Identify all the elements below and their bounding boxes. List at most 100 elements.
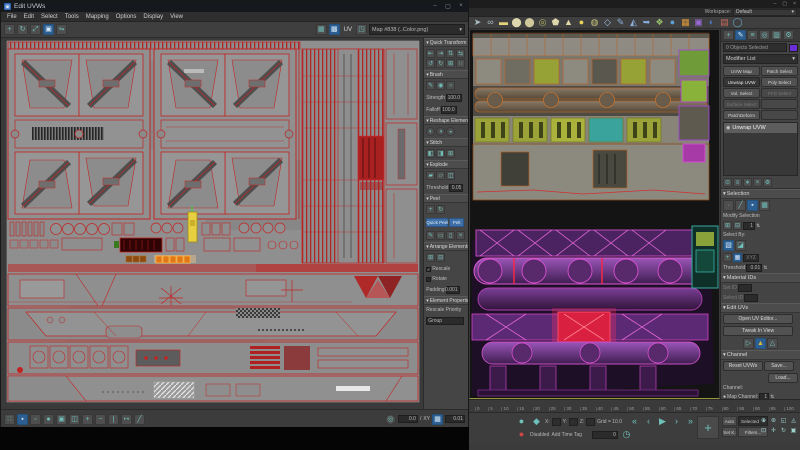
straighten-icon[interactable]: ◐ [426, 127, 435, 136]
distribute-icon[interactable]: ∷ [456, 59, 465, 68]
ignore-backfacing-icon[interactable]: ◪ [735, 240, 746, 251]
maximize-viewport-icon[interactable]: ▣ [789, 426, 798, 435]
uvw-menu-6[interactable]: Display [140, 14, 166, 20]
cylinder-icon[interactable]: ⬤ [523, 17, 536, 29]
object-name-field[interactable]: 0 Objects Selected [723, 43, 787, 52]
z-coordinate-field[interactable] [586, 418, 595, 426]
uvw-checker-icon[interactable]: ▦ [679, 17, 692, 29]
add-time-tag[interactable]: Add Time Tag [551, 432, 581, 438]
grid-snap-icon[interactable]: ▦ [432, 414, 443, 425]
rollout-brush[interactable]: ▾ Brush [424, 70, 468, 79]
pack-together-icon[interactable]: ⊟ [436, 253, 445, 262]
uv-red-cluster[interactable] [358, 136, 384, 180]
select-id-field[interactable] [744, 294, 758, 302]
quick-peel-icon[interactable]: + [426, 205, 435, 214]
explode-threshold-field[interactable]: 0.05 [449, 184, 463, 192]
polygon-mode-icon[interactable]: ● [43, 414, 54, 425]
spinner-icon[interactable]: ⇅ [756, 223, 760, 229]
zoom-region-icon[interactable]: ⊡ [759, 426, 768, 435]
tab-hierarchy-icon[interactable]: ≡ [747, 30, 758, 40]
uvw-window-button-2[interactable]: × [457, 3, 465, 10]
tab-create-icon[interactable]: + [723, 30, 734, 40]
uv-selected-faces-orange[interactable] [126, 255, 196, 263]
quick-peel-button[interactable]: Quick Peel [426, 218, 448, 227]
mirror-tool-icon[interactable]: ⇋ [56, 24, 67, 35]
model-teal-frame[interactable] [692, 226, 718, 288]
brush-falloff-icon[interactable]: ○ [446, 81, 455, 90]
rescale-checkbox[interactable]: ✓ [426, 267, 431, 272]
stitch-custom-icon[interactable]: ◧ [426, 149, 435, 158]
modifier-stack[interactable]: ◉ Unwrap UVW [723, 122, 798, 176]
time-configuration-icon[interactable]: ◷ [620, 429, 633, 441]
previous-frame-icon[interactable]: ‹ [642, 416, 655, 428]
map-channel-radio[interactable]: ● [723, 394, 726, 399]
modifier-button-uvw-map[interactable]: UVW Map [723, 66, 760, 76]
uv-lower-strip-4[interactable] [8, 376, 418, 401]
uv-lower-strip-2[interactable] [8, 308, 418, 340]
pan-icon[interactable]: ✛ [769, 426, 778, 435]
edge-mode-icon[interactable]: ▫ [30, 414, 41, 425]
selection-threshold-field[interactable]: 0.01 [746, 264, 762, 272]
grid-snap-icon[interactable]: ▦ [733, 253, 742, 262]
max-window-button-0[interactable]: – [774, 1, 777, 7]
seam-edge-icon[interactable]: ▯ [446, 231, 455, 240]
save-button[interactable]: Save... [764, 361, 794, 371]
object-color-swatch[interactable] [789, 44, 798, 52]
rollout-element-properties[interactable]: ▾ Element Properties [424, 296, 468, 305]
space-grid-icon[interactable]: ⊞ [446, 59, 455, 68]
ring-select-icon[interactable]: ↦ [121, 414, 132, 425]
make-unique-icon[interactable]: ∗ [743, 178, 752, 187]
model-top-module[interactable] [473, 32, 709, 200]
uvw-titlebar[interactable]: ▣ Edit UVWs –▢× [1, 1, 468, 12]
rollout-stitch[interactable]: ▾ Stitch [424, 138, 468, 147]
planar-map-icon[interactable]: △ [767, 338, 778, 349]
soft-selection-icon[interactable]: ∷ [4, 414, 15, 425]
rollout-material-ids[interactable]: ▾ Material IDs [721, 273, 800, 283]
torus-icon[interactable]: ◎ [536, 17, 549, 29]
freeform-tool-icon[interactable]: ▣ [43, 24, 54, 35]
quick-planar-map-icon[interactable]: ▲ [755, 338, 766, 349]
break-icon[interactable]: ▰ [426, 171, 435, 180]
explode-element-icon[interactable]: ◫ [446, 171, 455, 180]
rectify-icon[interactable]: ◒ [446, 127, 455, 136]
uv-lower-strip-3[interactable] [8, 342, 418, 374]
show-map-icon[interactable]: ▩ [329, 24, 340, 35]
grow-selection-icon[interactable]: + [82, 414, 93, 425]
map-channel-field[interactable]: 1 [759, 393, 769, 399]
uv-panel-b[interactable] [154, 49, 296, 219]
uvw-menu-3[interactable]: Tools [62, 14, 82, 20]
selection-lock-icon[interactable]: ◆ [530, 416, 543, 428]
vertex-subobject-icon[interactable]: ∙ [723, 200, 734, 211]
select-link-icon[interactable]: ∞ [484, 17, 497, 29]
uvw-menu-2[interactable]: Select [38, 14, 61, 20]
modifier-button-surface-select[interactable]: Surface Select [723, 99, 760, 109]
render-setup-icon[interactable]: ◐ [705, 17, 718, 29]
pin-stack-icon[interactable]: ⊙ [723, 178, 732, 187]
y-coordinate-field[interactable] [569, 418, 578, 426]
rotate-checkbox[interactable] [426, 277, 431, 282]
tile-checker-icon[interactable]: ▦ [316, 24, 327, 35]
u-coordinate-field[interactable]: 0.0 [398, 415, 418, 423]
spinner-icon[interactable]: ⇅ [770, 394, 774, 399]
load-button[interactable]: Load... [768, 373, 798, 383]
uvw-menu-0[interactable]: File [4, 14, 20, 20]
clear-seams-icon[interactable]: × [456, 231, 465, 240]
helpers-icon[interactable]: ◯ [731, 17, 744, 29]
box-icon[interactable]: ▬ [497, 17, 510, 29]
go-to-end-icon[interactable]: » [684, 416, 697, 428]
zoom-all-icon[interactable]: ⊛ [769, 416, 778, 425]
go-to-start-icon[interactable]: « [628, 416, 641, 428]
xyz-chip[interactable]: XYZ [743, 254, 759, 262]
uvw-menu-7[interactable]: View [167, 14, 186, 20]
rollout-explode[interactable]: ▾ Explode [424, 160, 468, 169]
rollout-quick-transform[interactable]: ▾ Quick Transform [424, 38, 468, 47]
auto-key-button[interactable]: Auto [722, 416, 737, 426]
modifier-button-unwrap-uvw[interactable]: Unwrap UVW [723, 77, 760, 87]
visibility-eye-icon[interactable]: ◉ [726, 125, 730, 131]
material-editor-icon[interactable]: ● [666, 17, 679, 29]
plane-icon[interactable]: ◇ [601, 17, 614, 29]
max-titlebar[interactable]: –▢× [469, 0, 800, 8]
geosphere-icon[interactable]: ● [575, 17, 588, 29]
max-window-button-1[interactable]: ▢ [782, 1, 787, 7]
paint-select-icon[interactable]: ╱ [134, 414, 145, 425]
